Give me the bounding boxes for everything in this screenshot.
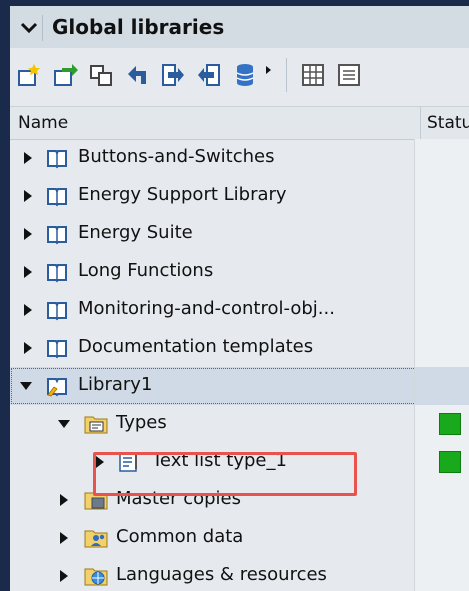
- expand-arrow-icon[interactable]: [60, 570, 68, 582]
- expand-arrow-icon[interactable]: [24, 190, 32, 202]
- library-book-icon: [46, 299, 68, 321]
- tree-item-energy-suite[interactable]: Energy Suite: [10, 215, 469, 253]
- open-library-icon[interactable]: [52, 62, 78, 88]
- tree-item-types[interactable]: Types: [10, 405, 469, 443]
- types-folder-icon: [84, 413, 108, 435]
- tree-item-label: Energy Suite: [78, 222, 193, 243]
- library-edit-icon: [46, 375, 68, 397]
- tree-item-label: Buttons-and-Switches: [78, 146, 275, 167]
- toolbar-separator: [286, 58, 287, 92]
- status-cell: [414, 253, 469, 291]
- status-cell: [414, 367, 469, 405]
- up-icon[interactable]: [124, 62, 150, 88]
- tree-item-label: Languages & resources: [116, 564, 327, 585]
- import-icon[interactable]: [196, 62, 222, 88]
- global-libraries-panel: Global libraries Name Statu Buttons-and-…: [10, 6, 469, 591]
- column-header: Name Statu: [10, 106, 469, 140]
- toolbar: [10, 48, 469, 104]
- collapse-arrow-icon[interactable]: [20, 382, 32, 390]
- collapse-arrow-icon[interactable]: [58, 420, 70, 428]
- tree-item-long-functions[interactable]: Long Functions: [10, 253, 469, 291]
- new-library-icon[interactable]: [16, 62, 42, 88]
- expand-arrow-icon[interactable]: [60, 494, 68, 506]
- languages-folder-icon: [84, 565, 108, 587]
- library-book-icon: [46, 185, 68, 207]
- common-data-folder-icon: [84, 527, 108, 549]
- more-icon[interactable]: [264, 62, 274, 88]
- status-ok-indicator: [439, 413, 461, 435]
- tree-item-library1[interactable]: Library1: [10, 367, 469, 405]
- library-book-icon: [46, 147, 68, 169]
- tree-item-monitoring-and-control[interactable]: Monitoring-and-control-obj...: [10, 291, 469, 329]
- library-book-icon: [46, 337, 68, 359]
- tree-item-label: Library1: [78, 374, 153, 395]
- database-icon[interactable]: [232, 62, 258, 88]
- tree-item-label: Monitoring-and-control-obj...: [78, 298, 335, 319]
- copy-icon[interactable]: [88, 62, 114, 88]
- status-cell: [414, 291, 469, 329]
- status-cell: [414, 405, 469, 443]
- library-book-icon: [46, 223, 68, 245]
- status-ok-indicator: [439, 451, 461, 473]
- list-icon[interactable]: [336, 62, 362, 88]
- status-cell: [414, 215, 469, 253]
- tree-item-languages-resources[interactable]: Languages & resources: [10, 557, 469, 591]
- tree-item-label: Common data: [116, 526, 244, 547]
- expand-arrow-icon[interactable]: [60, 532, 68, 544]
- library-book-icon: [46, 261, 68, 283]
- expand-arrow-icon[interactable]: [24, 152, 32, 164]
- column-status[interactable]: Statu: [420, 107, 469, 139]
- tree-item-energy-support-library[interactable]: Energy Support Library: [10, 177, 469, 215]
- tree-item-common-data[interactable]: Common data: [10, 519, 469, 557]
- status-cell: [414, 139, 469, 177]
- highlight-box: [93, 452, 357, 496]
- status-cell: [414, 329, 469, 367]
- expand-arrow-icon[interactable]: [24, 342, 32, 354]
- status-cell: [414, 557, 469, 591]
- expand-arrow-icon[interactable]: [24, 228, 32, 240]
- column-name[interactable]: Name: [18, 113, 68, 133]
- tree-item-buttons-and-switches[interactable]: Buttons-and-Switches: [10, 139, 469, 177]
- status-cell: [414, 177, 469, 215]
- tree-item-label: Energy Support Library: [78, 184, 287, 205]
- status-cell: [414, 443, 469, 481]
- chevron-down-icon[interactable]: [16, 15, 43, 41]
- panel-header[interactable]: Global libraries: [10, 6, 469, 49]
- expand-arrow-icon[interactable]: [24, 266, 32, 278]
- tree-item-label: Documentation templates: [78, 336, 314, 357]
- tree-item-documentation-templates[interactable]: Documentation templates: [10, 329, 469, 367]
- grid-icon[interactable]: [300, 62, 326, 88]
- status-cell: [414, 481, 469, 519]
- tree-item-label: Types: [116, 412, 167, 433]
- tree-item-label: Long Functions: [78, 260, 214, 281]
- export-icon[interactable]: [160, 62, 186, 88]
- expand-arrow-icon[interactable]: [24, 304, 32, 316]
- panel-title: Global libraries: [52, 15, 225, 39]
- status-cell: [414, 519, 469, 557]
